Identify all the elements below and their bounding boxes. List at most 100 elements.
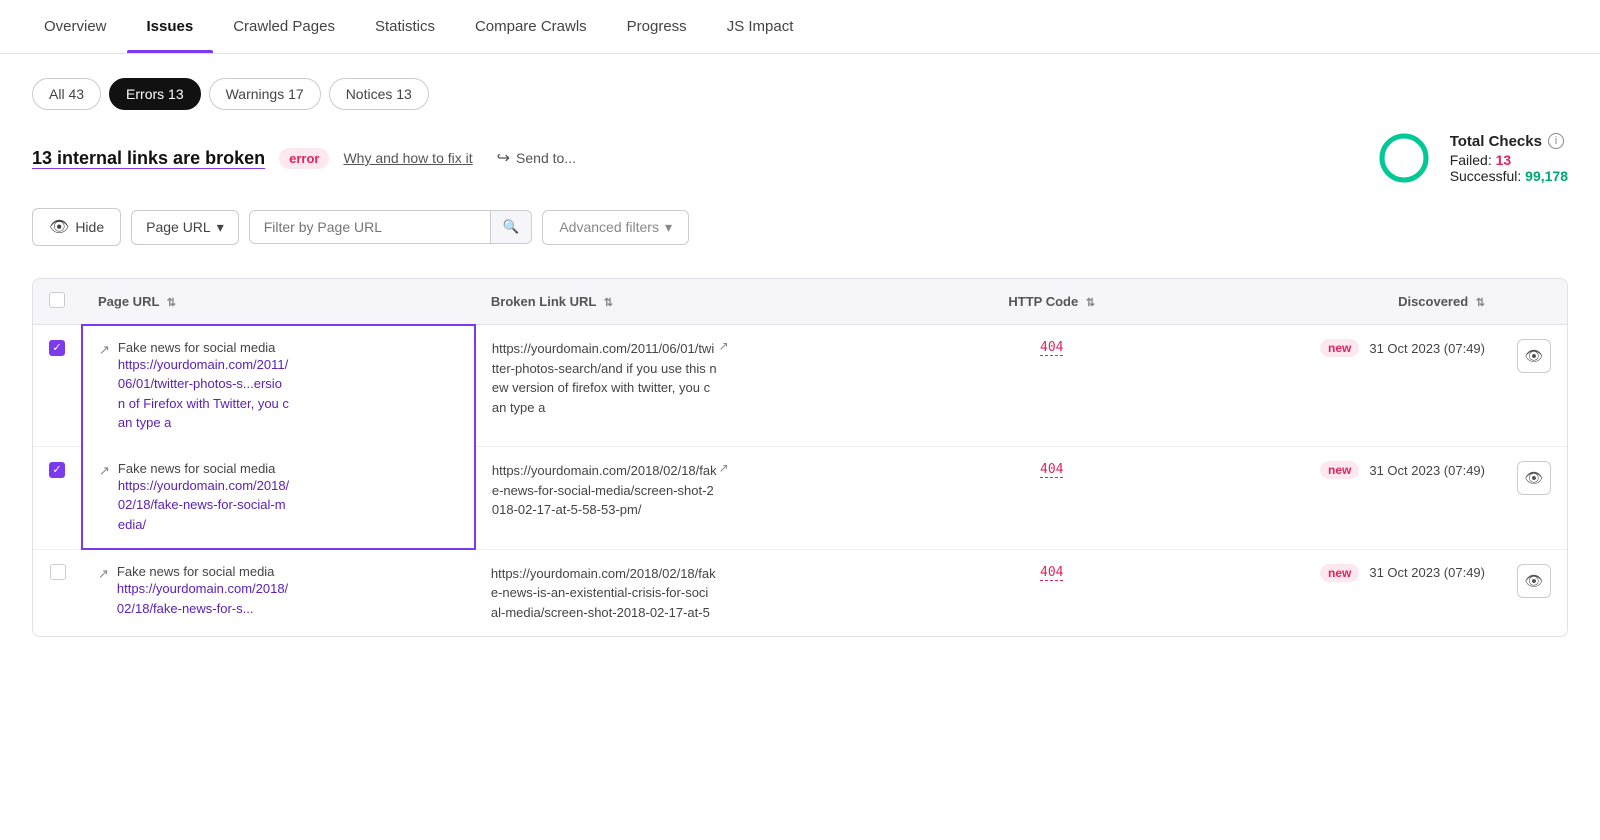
table-row: ↗Fake news for social mediahttps://yourd…	[33, 549, 1567, 636]
page-url-cell: ↗ Fake news for social mediahttps://yourd…	[82, 549, 475, 636]
new-badge: new	[1320, 461, 1359, 479]
row-checkbox-2[interactable]	[50, 564, 66, 580]
http-code-value: 404	[1040, 340, 1063, 356]
th-discovered-label: Discovered	[1398, 294, 1468, 309]
discovered-date: 31 Oct 2023 (07:49)	[1369, 463, 1485, 478]
discovered-date: 31 Oct 2023 (07:49)	[1369, 565, 1485, 580]
broken-link-url: https://yourdomain.com/2011/06/01/twi tt…	[492, 339, 717, 417]
discovered-date: 31 Oct 2023 (07:49)	[1369, 341, 1485, 356]
page-url-title: Fake news for social media	[118, 340, 289, 355]
total-checks-label: Total Checks	[1450, 133, 1542, 150]
nav-item-statistics[interactable]: Statistics	[355, 0, 455, 53]
nav-item-compare-crawls[interactable]: Compare Crawls	[455, 0, 607, 53]
pill-notices[interactable]: Notices 13	[329, 78, 429, 110]
nav-item-js-impact[interactable]: JS Impact	[707, 0, 814, 53]
chevron-down-icon-2: ▾	[665, 219, 672, 236]
advanced-filters-label: Advanced filters	[559, 219, 659, 235]
page-url-dropdown-label: Page URL	[146, 219, 211, 235]
total-checks-panel: Total Checks i Failed: 13 Successful: 99…	[1376, 130, 1568, 186]
search-button[interactable]: 🔍	[490, 211, 532, 243]
pill-warnings[interactable]: Warnings 17	[209, 78, 321, 110]
table-row: ✓↗Fake news for social mediahttps://your…	[33, 325, 1567, 447]
success-count: 99,178	[1525, 168, 1568, 184]
page-url-dropdown[interactable]: Page URL ▾	[131, 210, 239, 245]
info-icon[interactable]: i	[1548, 133, 1564, 149]
filter-pills: All 43Errors 13Warnings 17Notices 13	[32, 78, 1568, 110]
th-actions	[1501, 279, 1567, 325]
row-checkbox-0[interactable]: ✓	[49, 340, 65, 356]
broken-link-cell: https://yourdomain.com/2018/02/18/fak e-…	[475, 447, 948, 550]
external-link-icon: ↗	[98, 566, 109, 582]
failed-count: 13	[1496, 152, 1512, 168]
new-badge: new	[1320, 564, 1359, 582]
th-checkbox	[33, 279, 82, 325]
broken-link-cell: https://yourdomain.com/2018/02/18/fak e-…	[475, 549, 948, 636]
http-code-cell: 404	[948, 447, 1156, 550]
discovered-cell: new 31 Oct 2023 (07:49)	[1156, 325, 1501, 447]
http-code-cell: 404	[948, 325, 1156, 447]
page-url-title: Fake news for social media	[117, 564, 288, 579]
send-to-label: Send to...	[516, 150, 576, 166]
row-checkbox-cell: ✓	[33, 325, 82, 447]
issue-title: 13 internal links are broken	[32, 148, 265, 169]
nav-item-crawled-pages[interactable]: Crawled Pages	[213, 0, 355, 53]
view-button[interactable]: 👁	[1517, 564, 1551, 598]
th-page-url-label: Page URL	[98, 294, 159, 309]
search-box: 🔍	[249, 210, 533, 244]
th-http-code[interactable]: HTTP Code ⇅	[948, 279, 1156, 325]
pill-errors[interactable]: Errors 13	[109, 78, 201, 110]
broken-link-cell: https://yourdomain.com/2011/06/01/twi tt…	[475, 325, 948, 447]
th-broken-link[interactable]: Broken Link URL ⇅	[475, 279, 948, 325]
broken-link-url: https://yourdomain.com/2018/02/18/fak e-…	[491, 564, 716, 623]
view-button[interactable]: 👁	[1517, 461, 1551, 495]
search-input[interactable]	[250, 211, 490, 243]
view-button[interactable]: 👁	[1517, 339, 1551, 373]
page-url-title: Fake news for social media	[118, 461, 289, 476]
page-url-cell: ↗ Fake news for social mediahttps://yourd…	[82, 447, 475, 550]
external-link-icon: ↗	[99, 463, 110, 479]
http-code-value: 404	[1040, 565, 1063, 581]
view-cell: 👁	[1501, 549, 1567, 636]
pill-all[interactable]: All 43	[32, 78, 101, 110]
th-http-code-label: HTTP Code	[1008, 294, 1078, 309]
th-page-url[interactable]: Page URL ⇅	[82, 279, 475, 325]
search-icon: 🔍	[503, 219, 520, 234]
fix-link[interactable]: Why and how to fix it	[343, 150, 472, 166]
success-stat: Successful: 99,178	[1450, 168, 1568, 184]
nav-item-issues[interactable]: Issues	[127, 0, 214, 53]
external-link-icon: ↗	[99, 342, 110, 358]
hide-label: Hide	[75, 219, 104, 235]
send-icon: ↪	[497, 148, 510, 168]
sort-icon-page-url: ⇅	[167, 297, 176, 309]
view-cell: 👁	[1501, 447, 1567, 550]
hide-button[interactable]: 👁 Hide	[32, 208, 121, 246]
new-badge: new	[1320, 339, 1359, 357]
donut-svg	[1376, 130, 1432, 186]
row-checkbox-cell	[33, 549, 82, 636]
advanced-filters-button[interactable]: Advanced filters ▾	[542, 210, 689, 245]
page-url-cell: ↗ Fake news for social mediahttps://yourd…	[82, 325, 475, 447]
donut-chart	[1376, 130, 1432, 186]
view-cell: 👁	[1501, 325, 1567, 447]
failed-stat: Failed: 13	[1450, 152, 1568, 168]
broken-link-url: https://yourdomain.com/2018/02/18/fak e-…	[492, 461, 717, 520]
page-url-link[interactable]: https://yourdomain.com/2011/ 06/01/twitt…	[118, 355, 289, 433]
nav-item-overview[interactable]: Overview	[24, 0, 127, 53]
th-broken-link-label: Broken Link URL	[491, 294, 596, 309]
header-checkbox[interactable]	[49, 292, 65, 308]
row-checkbox-cell: ✓	[33, 447, 82, 550]
error-badge: error	[279, 148, 329, 169]
discovered-cell: new 31 Oct 2023 (07:49)	[1156, 549, 1501, 636]
th-discovered[interactable]: Discovered ⇅	[1156, 279, 1501, 325]
chevron-down-icon: ▾	[217, 219, 224, 236]
nav-item-progress[interactable]: Progress	[607, 0, 707, 53]
send-to-button[interactable]: ↪ Send to...	[497, 148, 576, 168]
eye-icon: 👁	[49, 217, 69, 237]
issues-table: Page URL ⇅ Broken Link URL ⇅ HTTP Code ⇅	[32, 278, 1568, 637]
row-checkbox-1[interactable]: ✓	[49, 462, 65, 478]
page-url-link[interactable]: https://yourdomain.com/2018/ 02/18/fake-…	[118, 476, 289, 535]
page-url-link[interactable]: https://yourdomain.com/2018/ 02/18/fake-…	[117, 579, 288, 618]
discovered-cell: new 31 Oct 2023 (07:49)	[1156, 447, 1501, 550]
sort-icon-discovered: ⇅	[1476, 297, 1485, 309]
table-row: ✓↗Fake news for social mediahttps://your…	[33, 447, 1567, 550]
